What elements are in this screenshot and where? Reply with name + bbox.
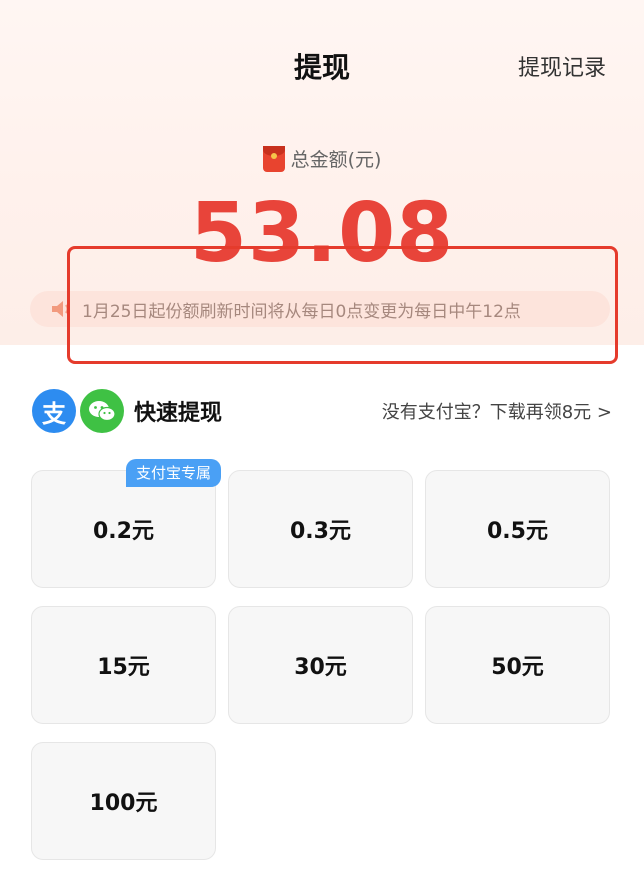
- amount-option-label: 30元: [294, 655, 347, 680]
- amount-option-30[interactable]: 30元: [228, 606, 413, 724]
- withdraw-record-link[interactable]: 提现记录: [518, 50, 606, 82]
- amount-options-grid: 支付宝专属 0.2元 0.3元 0.5元 15元 30元 50元 100元: [31, 459, 611, 860]
- amount-option-0-5[interactable]: 0.5元: [425, 470, 610, 588]
- highlight-annotation-box: [67, 246, 618, 364]
- amount-option-label: 0.5元: [487, 519, 548, 544]
- withdraw-page: 提现 提现记录 总金额(元) 53.08 1月25日起份额刷新时间将从每日0点变…: [0, 0, 644, 894]
- amount-option-label: 100元: [89, 791, 158, 816]
- amount-option-0-3[interactable]: 0.3元: [228, 470, 413, 588]
- amount-option-15[interactable]: 15元: [31, 606, 216, 724]
- alipay-icon: 支: [32, 389, 76, 433]
- red-packet-icon: [262, 145, 285, 172]
- alipay-exclusive-badge: 支付宝专属: [126, 459, 222, 487]
- quick-withdraw-header: 支 快速提现 没有支付宝？下载再领8元 >: [32, 388, 612, 434]
- alipay-glyph: 支: [42, 399, 66, 428]
- download-alipay-link[interactable]: 没有支付宝？下载再领8元 >: [382, 398, 612, 424]
- amount-option-0-2[interactable]: 支付宝专属 0.2元: [31, 459, 222, 588]
- amount-option-label: 0.3元: [290, 519, 351, 544]
- amount-option-50[interactable]: 50元: [425, 606, 610, 724]
- wechat-icon: [80, 389, 124, 433]
- total-amount-label: 总金额(元): [290, 149, 382, 171]
- total-amount-label-row: 总金额(元): [0, 145, 644, 172]
- amount-option-label: 15元: [97, 655, 150, 680]
- amount-option-100[interactable]: 100元: [31, 742, 216, 860]
- quick-withdraw-title: 快速提现: [134, 401, 223, 426]
- amount-option-label: 50元: [491, 655, 544, 680]
- amount-option-label: 0.2元: [93, 519, 154, 544]
- wechat-bubbles-icon: [89, 401, 116, 422]
